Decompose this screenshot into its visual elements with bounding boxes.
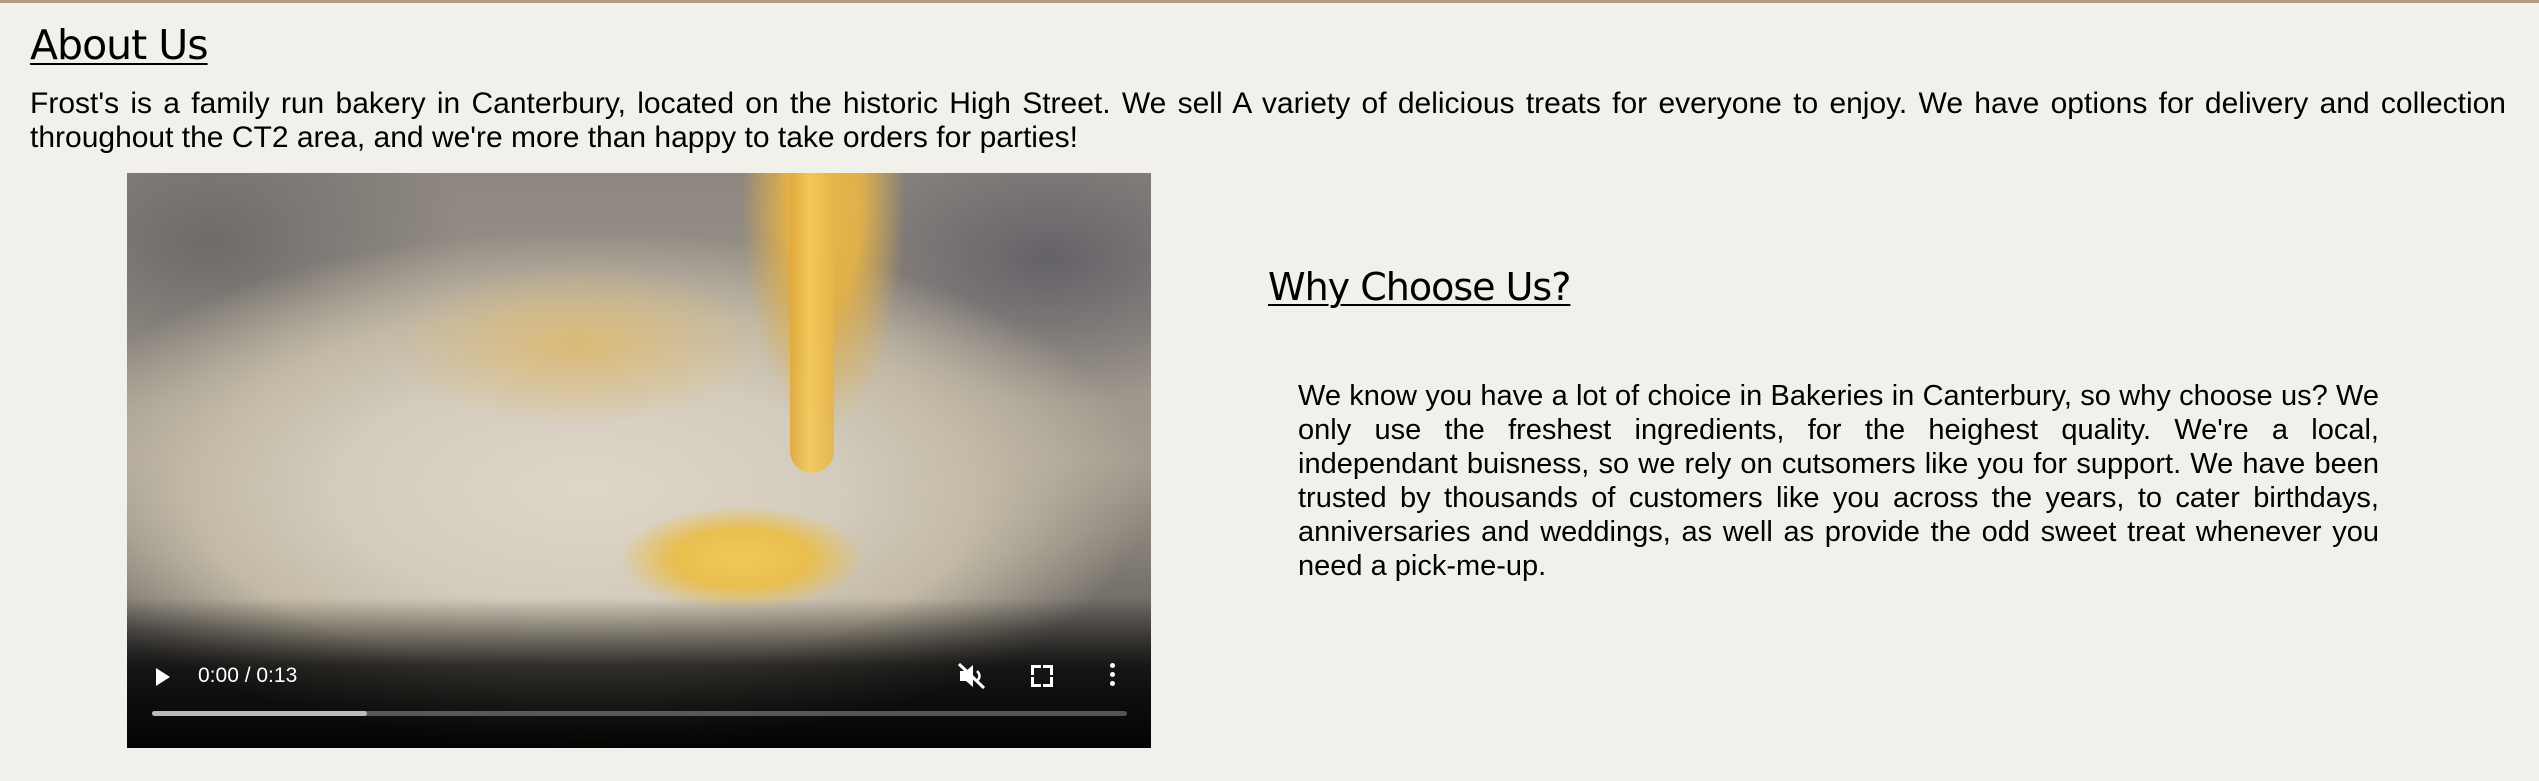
video-player[interactable]: 0:00 / 0:13 bbox=[127, 173, 1151, 748]
video-frame-detail bbox=[790, 173, 834, 473]
why-choose-us-heading: Why Choose Us? bbox=[1268, 265, 1571, 309]
volume-muted-icon[interactable] bbox=[957, 662, 987, 690]
why-choose-us-paragraph: We know you have a lot of choice in Bake… bbox=[1298, 380, 2379, 582]
play-icon[interactable] bbox=[156, 668, 170, 686]
about-heading: About Us bbox=[30, 21, 209, 69]
more-vertical-icon[interactable] bbox=[1110, 663, 1116, 689]
time-display: 0:00 / 0:13 bbox=[198, 664, 298, 687]
video-progress-bar[interactable] bbox=[152, 711, 1127, 716]
fullscreen-icon[interactable] bbox=[1031, 665, 1053, 687]
about-paragraph: Frost's is a family run bakery in Canter… bbox=[30, 87, 2506, 154]
video-progress-buffered bbox=[152, 711, 367, 716]
